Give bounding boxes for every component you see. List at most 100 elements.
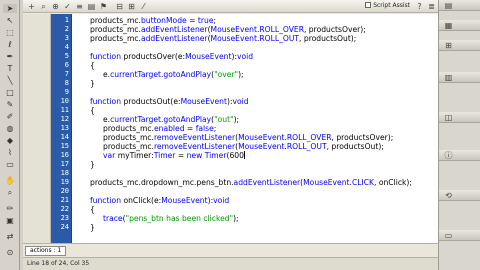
auto-format-icon[interactable]: ≡ [75, 2, 84, 11]
line-number: 22 [60, 205, 69, 213]
actions-toolbar: + ⌕ ⊕ ✓ ≡ ▤ ⚑ ⊟ ⊞ ⁄ Script Assist ? ≣ [23, 0, 438, 13]
tab-actions-label: actions : 1 [30, 247, 62, 254]
output-panel-icon: ▭ [444, 231, 453, 240]
code-line-24: } [90, 223, 95, 232]
code-line-22: { [90, 205, 95, 214]
stroke-color-icon[interactable]: ✏ [3, 204, 17, 213]
swatches-panel-icon: ▦ [444, 21, 453, 30]
line-tool-icon[interactable]: ╲ [3, 76, 17, 85]
panel-header-8[interactable]: ▭ [439, 230, 480, 241]
code-line-5: function productsOver(e:MouseEvent):void [90, 52, 254, 61]
line-number: 2 [64, 25, 69, 33]
tab-actions[interactable]: actions : 1 [25, 246, 67, 256]
transform-panel-icon: ⟲ [445, 191, 452, 200]
line-number: 17 [60, 160, 69, 168]
line-number: 9 [64, 88, 69, 96]
hand-tool-icon[interactable]: ✋ [3, 176, 17, 185]
library-panel-icon: ▥ [444, 73, 453, 82]
selection-tool-icon[interactable]: ➤ [3, 4, 17, 13]
components-panel-icon: ◫ [444, 113, 453, 122]
panel-header-3[interactable]: ⊞ [439, 40, 480, 51]
panel-menu-icon[interactable]: ≣ [427, 2, 436, 11]
line-number: 20 [60, 187, 69, 195]
panel-header-1[interactable]: ▤ [439, 0, 480, 11]
script-tab-bar: actions : 1 [23, 243, 438, 257]
code-line-8: } [90, 79, 95, 88]
zoom-tool-icon[interactable]: ⌕ [3, 188, 17, 197]
actions-panel: + ⌕ ⊕ ✓ ≡ ▤ ⚑ ⊟ ⊞ ⁄ Script Assist ? ≣ 12… [23, 0, 438, 270]
code-editor[interactable]: products_mc.buttonMode = true; products_… [72, 14, 438, 243]
code-line-10: function productsOut(e:MouseEvent):void [90, 97, 249, 106]
line-number: 7 [64, 70, 69, 78]
brush-tool-icon[interactable]: ✐ [3, 112, 17, 121]
line-number: 11 [60, 106, 69, 114]
code-line-17: } [90, 160, 95, 169]
swap-colors-icon[interactable]: ⇄ [3, 232, 17, 241]
line-number: 19 [60, 178, 69, 186]
line-number: 15 [60, 142, 69, 150]
line-number: 10 [60, 97, 69, 105]
code-line-23: trace("pens_btn has been clicked"); [103, 214, 239, 223]
find-icon[interactable]: ⌕ [39, 2, 48, 11]
code-line-21: function onClick(e:MouseEvent):void [90, 196, 230, 205]
code-line-15: products_mc.removeEventListener(MouseEve… [103, 142, 384, 151]
line-number: 6 [64, 61, 69, 69]
rectangle-tool-icon[interactable]: □ [3, 88, 17, 97]
eraser-tool-icon[interactable]: ▭ [3, 160, 17, 169]
line-number: 12 [60, 115, 69, 123]
right-panel-dock: ▤ ▦ ⊞ ▥ ◫ ⓘ ⟲ ▭ [438, 0, 480, 270]
insert-target-path-icon[interactable]: ⊕ [51, 2, 60, 11]
paint-bucket-tool-icon[interactable]: ◆ [3, 136, 17, 145]
add-statement-icon[interactable]: + [27, 2, 36, 11]
script-assist-toggle[interactable]: Script Assist [365, 1, 410, 11]
subselection-tool-icon[interactable]: ↖ [3, 16, 17, 25]
code-line-12: e.currentTarget.gotoAndPlay("out"); [103, 115, 240, 124]
free-transform-tool-icon[interactable]: ⬚ [3, 28, 17, 37]
snap-to-objects-icon[interactable]: ⊙ [3, 248, 17, 257]
line-number: 8 [64, 79, 69, 87]
actions-toolbox-strip[interactable] [23, 14, 51, 243]
panel-header-7[interactable]: ⟲ [439, 190, 480, 201]
panel-header-5[interactable]: ◫ [439, 112, 480, 123]
line-number: 14 [60, 133, 69, 141]
script-assist-icon [365, 2, 372, 8]
debug-options-icon[interactable]: ⚑ [99, 2, 108, 11]
line-number: 1 [64, 16, 69, 24]
line-number: 4 [64, 43, 69, 51]
text-caret [243, 151, 245, 159]
ink-bottle-tool-icon[interactable]: ◍ [3, 124, 17, 133]
pencil-tool-icon[interactable]: ✎ [3, 100, 17, 109]
comment-icon[interactable]: ⁄ [139, 2, 148, 11]
panel-header-4[interactable]: ▥ [439, 72, 480, 83]
check-syntax-icon[interactable]: ✓ [63, 2, 72, 11]
code-line-13: products_mc.enabled = false; [103, 124, 217, 133]
text-tool-icon[interactable]: T [3, 64, 17, 73]
expand-icon[interactable]: ⊞ [127, 2, 136, 11]
code-line-19: products_mc.dropdown_mc.pens_btn.addEven… [90, 178, 412, 187]
code-line-7: e.currentTarget.gotoAndPlay("over"); [103, 70, 244, 79]
tools-panel: ➤ ↖ ⬚ ℓ ✒ T ╲ □ ✎ ✐ ◍ ◆ ⌇ ▭ ✋ ⌕ ✏ ▣ ⇄ ⊙ [0, 0, 20, 270]
code-line-16: var myTimer:Timer = new Timer(600 [103, 151, 245, 160]
panel-header-6[interactable]: ⓘ [439, 150, 480, 161]
flash-ide-window: ➤ ↖ ⬚ ℓ ✒ T ╲ □ ✎ ✐ ◍ ◆ ⌇ ▭ ✋ ⌕ ✏ ▣ ⇄ ⊙ … [0, 0, 480, 270]
color-panel-icon: ▤ [444, 1, 453, 10]
help-icon[interactable]: ? [415, 2, 424, 11]
code-line-6: { [90, 61, 95, 70]
eyedropper-tool-icon[interactable]: ⌇ [3, 148, 17, 157]
fill-color-icon[interactable]: ▣ [3, 216, 17, 225]
code-line-3: products_mc.addEventListener(MouseEvent.… [90, 34, 357, 43]
status-text: Line 18 of 24, Col 35 [27, 260, 90, 267]
line-number: 21 [60, 196, 69, 204]
line-number: 16 [60, 151, 69, 159]
code-hint-icon[interactable]: ▤ [87, 2, 96, 11]
panel-header-2[interactable]: ▦ [439, 20, 480, 31]
line-number: 3 [64, 34, 69, 42]
line-number: 13 [60, 124, 69, 132]
lasso-tool-icon[interactable]: ℓ [3, 40, 17, 49]
pen-tool-icon[interactable]: ✒ [3, 52, 17, 61]
code-line-1: products_mc.buttonMode = true; [90, 16, 217, 25]
code-line-11: { [90, 106, 95, 115]
line-number-gutter: 1 2 3 4 5 6 7 8 9 10 11 12 13 14 15 16 17 18 19 20 21 22 23 24 [51, 14, 72, 243]
collapse-icon[interactable]: ⊟ [115, 2, 124, 11]
script-assist-label: Script Assist [373, 2, 410, 9]
